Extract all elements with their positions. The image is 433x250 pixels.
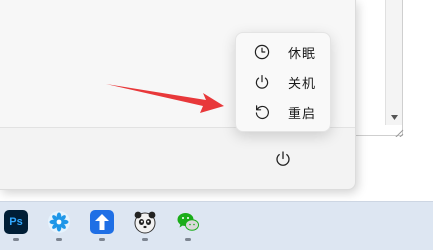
running-indicator — [56, 238, 62, 241]
taskbar-app-wechat[interactable] — [173, 210, 203, 244]
taskbar-app-photoshop[interactable]: Ps — [1, 210, 31, 244]
taskbar-app-panda[interactable] — [130, 210, 160, 244]
running-indicator — [185, 238, 191, 241]
running-indicator — [142, 238, 148, 241]
up-arrow-app-icon — [90, 210, 114, 234]
photoshop-icon: Ps — [4, 210, 28, 234]
taskbar-app-blue-arrow[interactable] — [87, 210, 117, 244]
taskbar-app-pinwheel[interactable] — [44, 210, 74, 244]
panda-icon — [133, 210, 157, 234]
running-indicator — [13, 238, 19, 241]
wechat-icon — [176, 210, 200, 234]
pinwheel-icon — [47, 210, 71, 234]
running-indicator — [99, 238, 105, 241]
taskbar: Ps — [0, 201, 433, 250]
